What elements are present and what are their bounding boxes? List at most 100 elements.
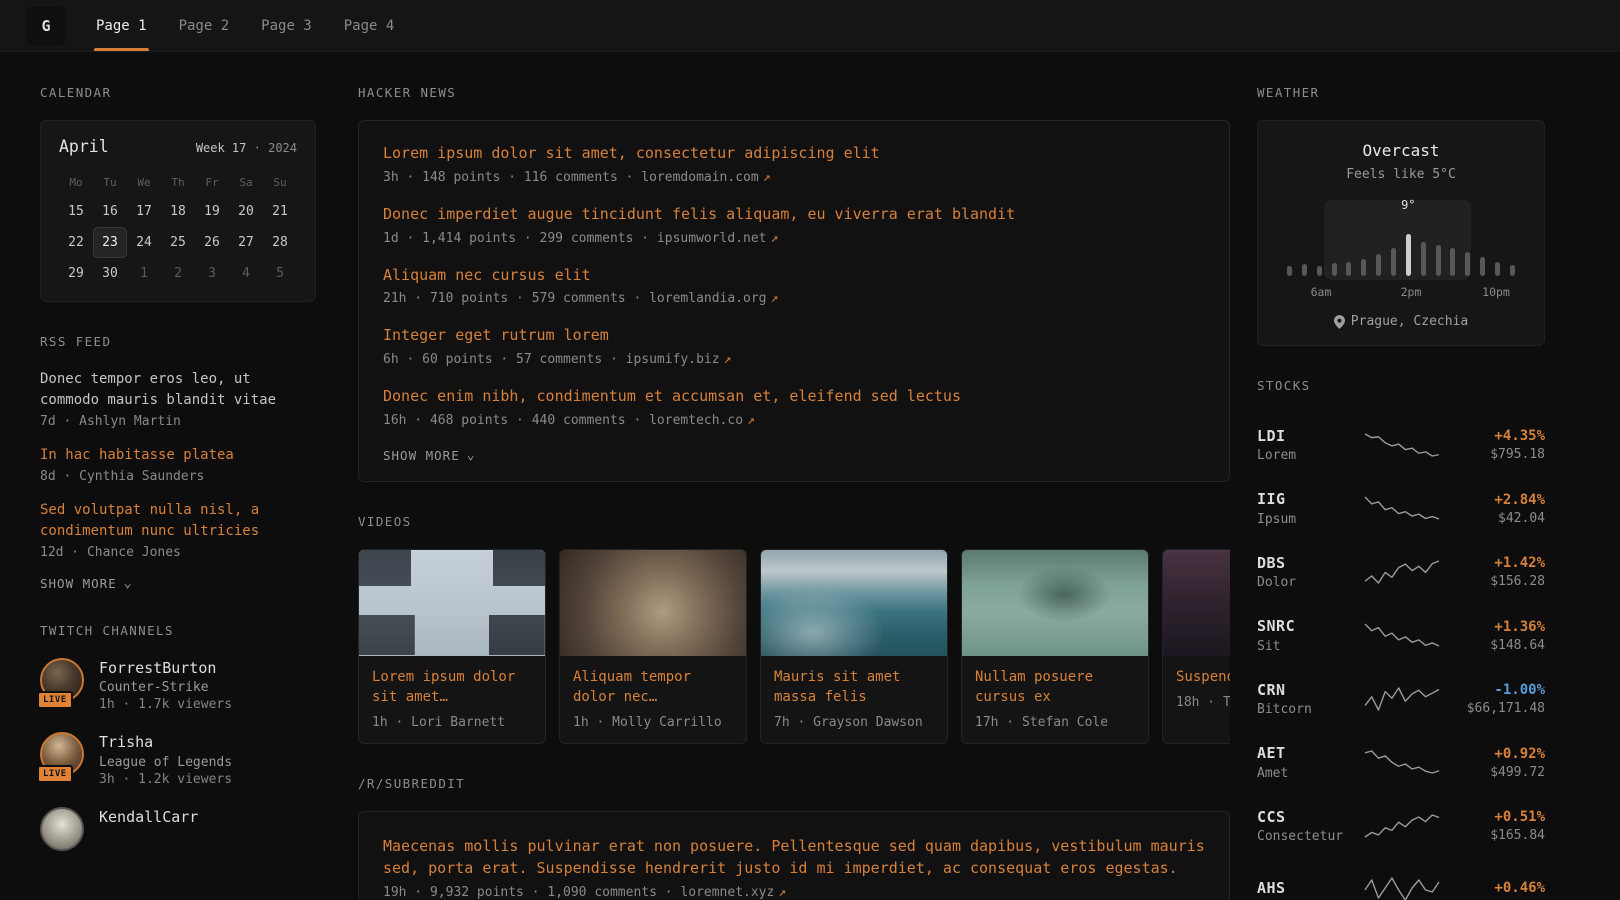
calendar-day: 18 — [161, 196, 195, 227]
video-meta: 17h · Stefan Cole — [962, 707, 1148, 743]
hn-story: Aliquam nec cursus elit 21h · 710 points… — [383, 265, 1205, 307]
stock-name: Sit — [1257, 639, 1355, 654]
app-logo[interactable]: G — [26, 7, 66, 45]
stock-sparkline — [1364, 874, 1440, 900]
stock-row-ccs[interactable]: CCS Consectetur +0.51% $165.84 — [1257, 794, 1545, 858]
calendar-day: 26 — [195, 227, 229, 258]
live-badge: LIVE — [37, 765, 73, 783]
hn-meta-text: 21h · 710 points · 579 comments · loreml… — [383, 291, 767, 306]
stock-price: $66,171.48 — [1449, 701, 1545, 716]
hn-story-title[interactable]: Donec imperdiet augue tincidunt felis al… — [383, 204, 1205, 226]
external-link-icon[interactable]: ↗ — [771, 231, 779, 246]
hn-story-title[interactable]: Integer eget rutrum lorem — [383, 325, 1205, 347]
stock-symbol: AHS — [1257, 879, 1355, 899]
video-card[interactable]: Suspendisse diam 18h · Tara — [1162, 549, 1230, 745]
stock-change: +0.92% — [1449, 745, 1545, 763]
hn-show-more-button[interactable]: SHOW MORE ⌄ — [383, 448, 1205, 463]
weekday-label: Su — [263, 170, 297, 196]
hn-story-title[interactable]: Lorem ipsum dolor sit amet, consectetur … — [383, 143, 1205, 165]
weather-bar — [1346, 262, 1351, 276]
avatar — [40, 807, 84, 851]
external-link-icon[interactable]: ↗ — [724, 352, 732, 367]
weather-bar — [1465, 252, 1470, 276]
channel-info: KendallCarr — [99, 807, 198, 827]
stock-id: LDI Lorem — [1257, 427, 1355, 464]
video-title[interactable]: Aliquam tempor dolor nec pharetra… — [560, 656, 746, 708]
external-link-icon[interactable]: ↗ — [747, 413, 755, 428]
hn-story-meta: 21h · 710 points · 579 comments · loreml… — [383, 291, 1205, 306]
stock-values: +0.51% $165.84 — [1449, 808, 1545, 843]
external-link-icon[interactable]: ↗ — [771, 291, 779, 306]
calendar-card: April Week 17 · 2024 Mo Tu We Th Fr Sa S… — [40, 120, 316, 302]
calendar-day: 19 — [195, 196, 229, 227]
tab-page-2[interactable]: Page 2 — [177, 0, 232, 51]
video-thumbnail[interactable] — [761, 550, 947, 656]
video-card[interactable]: Nullam posuere cursus ex 17h · Stefan Co… — [961, 549, 1149, 745]
hn-story-title[interactable]: Aliquam nec cursus elit — [383, 265, 1205, 287]
axis-label: 6am — [1311, 285, 1332, 299]
reddit-post-title[interactable]: Maecenas mollis pulvinar erat non posuer… — [383, 836, 1205, 880]
rss-item-meta: 12d · Chance Jones — [40, 545, 316, 560]
stocks-section-title: STOCKS — [1257, 378, 1545, 393]
video-card[interactable]: Lorem ipsum dolor sit amet consectetu… 1… — [358, 549, 546, 745]
stock-name: Consectetur — [1257, 829, 1355, 844]
weather-bar — [1332, 263, 1337, 276]
hackernews-widget: HACKER NEWS Lorem ipsum dolor sit amet, … — [358, 85, 1230, 482]
stock-change: +0.46% — [1449, 879, 1545, 897]
subreddit-list: Maecenas mollis pulvinar erat non posuer… — [358, 811, 1230, 900]
video-title[interactable]: Lorem ipsum dolor sit amet consectetu… — [359, 656, 545, 708]
stock-row-ldi[interactable]: LDI Lorem +4.35% $795.18 — [1257, 413, 1545, 477]
tab-page-3[interactable]: Page 3 — [259, 0, 314, 51]
video-card[interactable]: Aliquam tempor dolor nec pharetra… 1h · … — [559, 549, 747, 745]
stock-row-crn[interactable]: CRN Bitcorn -1.00% $66,171.48 — [1257, 667, 1545, 731]
stock-symbol: AET — [1257, 744, 1355, 764]
show-more-label: SHOW MORE — [383, 448, 460, 463]
video-thumbnail[interactable] — [560, 550, 746, 656]
stock-row-iig[interactable]: IIG Ipsum +2.84% $42.04 — [1257, 477, 1545, 541]
weekday-label: Tu — [93, 170, 127, 196]
calendar-day: 28 — [263, 227, 297, 258]
twitch-channel-forrestburton[interactable]: LIVE ForrestBurton Counter-Strike 1h · 1… — [40, 658, 316, 712]
location-pin-icon — [1334, 315, 1345, 329]
weather-bar — [1391, 248, 1396, 276]
video-title[interactable]: Suspendisse diam — [1163, 656, 1230, 687]
rss-item-title[interactable]: In hac habitasse platea — [40, 445, 316, 466]
rss-show-more-button[interactable]: SHOW MORE ⌄ — [40, 576, 316, 591]
video-title[interactable]: Mauris sit amet massa felis — [761, 656, 947, 708]
rss-item-title[interactable]: Sed volutpat nulla nisl, a condimentum n… — [40, 500, 316, 542]
weather-bar — [1436, 245, 1441, 276]
stock-change: +2.84% — [1449, 491, 1545, 509]
calendar-widget: CALENDAR April Week 17 · 2024 Mo Tu We T… — [40, 85, 316, 302]
video-title[interactable]: Nullam posuere cursus ex — [962, 656, 1148, 708]
video-thumbnail[interactable] — [359, 550, 545, 656]
dashboard: CALENDAR April Week 17 · 2024 Mo Tu We T… — [0, 52, 1620, 900]
tab-page-4[interactable]: Page 4 — [342, 0, 397, 51]
video-thumbnail[interactable] — [1163, 550, 1230, 656]
external-link-icon[interactable]: ↗ — [778, 885, 786, 900]
stock-row-snrc[interactable]: SNRC Sit +1.36% $148.64 — [1257, 604, 1545, 668]
stock-id: IIG Ipsum — [1257, 490, 1355, 527]
stock-sparkline — [1364, 493, 1440, 523]
video-thumbnail[interactable] — [962, 550, 1148, 656]
twitch-channel-trisha[interactable]: LIVE Trisha League of Legends 3h · 1.2k … — [40, 732, 316, 786]
subreddit-widget: /R/SUBREDDIT Maecenas mollis pulvinar er… — [358, 776, 1230, 900]
hn-story-title[interactable]: Donec enim nibh, condimentum et accumsan… — [383, 386, 1205, 408]
stock-row-ahs[interactable]: AHS +0.46% — [1257, 858, 1545, 900]
calendar-day: 15 — [59, 196, 93, 227]
stock-symbol: LDI — [1257, 427, 1355, 447]
stock-sparkline — [1364, 747, 1440, 777]
tab-page-1[interactable]: Page 1 — [94, 0, 149, 51]
stock-name: Dolor — [1257, 575, 1355, 590]
reddit-meta-text: 19h · 9,932 points · 1,090 comments · lo… — [383, 885, 774, 900]
stock-row-aet[interactable]: AET Amet +0.92% $499.72 — [1257, 731, 1545, 795]
twitch-channel-kendallcarr[interactable]: KendallCarr — [40, 807, 316, 851]
external-link-icon[interactable]: ↗ — [763, 170, 771, 185]
calendar-month: April — [59, 137, 109, 156]
stock-row-dbs[interactable]: DBS Dolor +1.42% $156.28 — [1257, 540, 1545, 604]
rss-item-title[interactable]: Donec tempor eros leo, ut commodo mauris… — [40, 369, 316, 411]
video-card[interactable]: Mauris sit amet massa felis 7h · Grayson… — [760, 549, 948, 745]
channel-meta: 1h · 1.7k viewers — [99, 697, 232, 712]
weather-axis: 6am 2pm 10pm — [1276, 285, 1526, 300]
rss-item: In hac habitasse platea 8d · Cynthia Sau… — [40, 445, 316, 484]
stock-id: CCS Consectetur — [1257, 808, 1355, 845]
